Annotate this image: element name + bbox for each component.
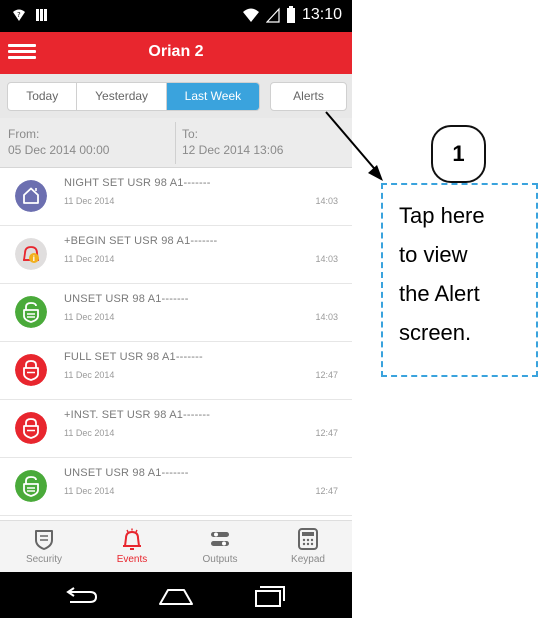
event-title: +BEGIN SET USR 98 A1------- [64, 235, 218, 247]
event-date: 11 Dec 2014 [64, 312, 115, 322]
bottom-navigation: Security Events Outputs Keypad [0, 520, 352, 572]
list-item[interactable]: UNSET USR 98 A1------- 11 Dec 2014 14:03 [0, 284, 352, 342]
event-time: 14:03 [315, 196, 338, 206]
event-time: 14:03 [315, 254, 338, 264]
status-left-icons: ? [12, 8, 48, 22]
storage-icon [36, 9, 47, 21]
nav-security[interactable]: Security [0, 521, 88, 572]
callout-line: to view [399, 242, 468, 267]
app-title: Orian 2 [148, 43, 204, 60]
signal-icon [265, 7, 280, 23]
event-date: 11 Dec 2014 [64, 428, 115, 438]
event-date: 11 Dec 2014 [64, 370, 115, 380]
list-item[interactable]: NIGHT SET USR 98 A1------- 11 Dec 2014 1… [0, 168, 352, 226]
callout-line: the Alert [399, 281, 480, 306]
event-date: 11 Dec 2014 [64, 486, 115, 496]
tab-today[interactable]: Today [8, 83, 78, 110]
from-date[interactable]: From: 05 Dec 2014 00:00 [8, 126, 109, 158]
event-title: FULL SET USR 98 A1------- [64, 351, 203, 363]
alarm-bell-icon: i [15, 238, 47, 270]
app-bar: Orian 2 [0, 32, 352, 74]
callout-line: Tap here [399, 203, 485, 228]
back-icon[interactable] [60, 584, 100, 608]
from-label: From: [8, 127, 40, 141]
status-bar: ? 13:10 [0, 0, 352, 32]
event-date: 11 Dec 2014 [64, 196, 115, 206]
recent-apps-icon[interactable] [250, 584, 290, 608]
event-title: NIGHT SET USR 98 A1------- [64, 177, 211, 189]
list-item[interactable]: i +BEGIN SET USR 98 A1------- 11 Dec 201… [0, 226, 352, 284]
from-value: 05 Dec 2014 00:00 [8, 143, 110, 157]
nav-outputs[interactable]: Outputs [176, 521, 264, 572]
date-divider [175, 122, 176, 164]
nav-keypad-label: Keypad [291, 554, 325, 565]
event-time: 12:47 [315, 370, 338, 380]
event-date: 11 Dec 2014 [64, 254, 115, 264]
unlocked-shield-icon [15, 470, 47, 502]
nav-outputs-label: Outputs [202, 554, 238, 565]
home-icon [15, 180, 47, 212]
nav-events-label: Events [116, 554, 148, 565]
nav-security-label: Security [25, 554, 63, 565]
event-time: 12:47 [315, 486, 338, 496]
shield-icon [35, 530, 53, 550]
nav-events[interactable]: Events [88, 521, 176, 572]
status-time: 13:10 [301, 6, 342, 23]
bell-icon [123, 528, 141, 550]
callout-number-badge: 1 [431, 125, 486, 183]
event-time: 12:47 [315, 428, 338, 438]
event-title: UNSET USR 98 A1------- [64, 293, 189, 305]
callout-number: 1 [452, 141, 465, 166]
list-item[interactable]: UNSET USR 98 A1------- 11 Dec 2014 12:47 [0, 458, 352, 516]
period-segmented-control: Today Yesterday Last Week [7, 82, 260, 111]
locked-shield-icon [15, 354, 47, 386]
svg-text:?: ? [17, 11, 21, 19]
status-right-icons: 13:10 [242, 6, 342, 24]
phone-screen: ? 13:10 Orian 2 Today Yesterday Last Wee… [0, 0, 352, 618]
tab-yesterday[interactable]: Yesterday [77, 83, 167, 110]
event-title: UNSET USR 98 A1------- [64, 467, 189, 479]
wifi-question-icon: ? [13, 9, 25, 21]
unlocked-shield-icon [15, 296, 47, 328]
to-date[interactable]: To: 12 Dec 2014 13:06 [182, 126, 283, 158]
wifi-icon [242, 8, 259, 22]
nav-keypad[interactable]: Keypad [264, 521, 352, 572]
locked-shield-icon [15, 412, 47, 444]
list-item[interactable]: FULL SET USR 98 A1------- 11 Dec 2014 12… [0, 342, 352, 400]
to-value: 12 Dec 2014 13:06 [182, 143, 284, 157]
filter-bar: Today Yesterday Last Week Alerts [0, 74, 352, 118]
to-label: To: [182, 127, 199, 141]
alerts-button[interactable]: Alerts [270, 82, 347, 111]
event-title: +INST. SET USR 98 A1------- [64, 409, 211, 421]
list-item[interactable]: +INST. SET USR 98 A1------- 11 Dec 2014 … [0, 400, 352, 458]
svg-text:i: i [33, 255, 35, 263]
toggles-icon [211, 532, 229, 546]
event-time: 14:03 [315, 312, 338, 322]
home-button-icon[interactable] [156, 584, 196, 608]
date-range: From: 05 Dec 2014 00:00 To: 12 Dec 2014 … [0, 118, 352, 168]
battery-icon [286, 6, 295, 23]
keypad-icon [298, 528, 318, 550]
callout-line: screen. [399, 320, 472, 345]
tab-last-week[interactable]: Last Week [166, 83, 259, 110]
callout-box: Tap here to view the Alert screen. [381, 183, 538, 377]
system-navigation-bar [0, 572, 352, 618]
event-list: NIGHT SET USR 98 A1------- 11 Dec 2014 1… [0, 168, 352, 520]
